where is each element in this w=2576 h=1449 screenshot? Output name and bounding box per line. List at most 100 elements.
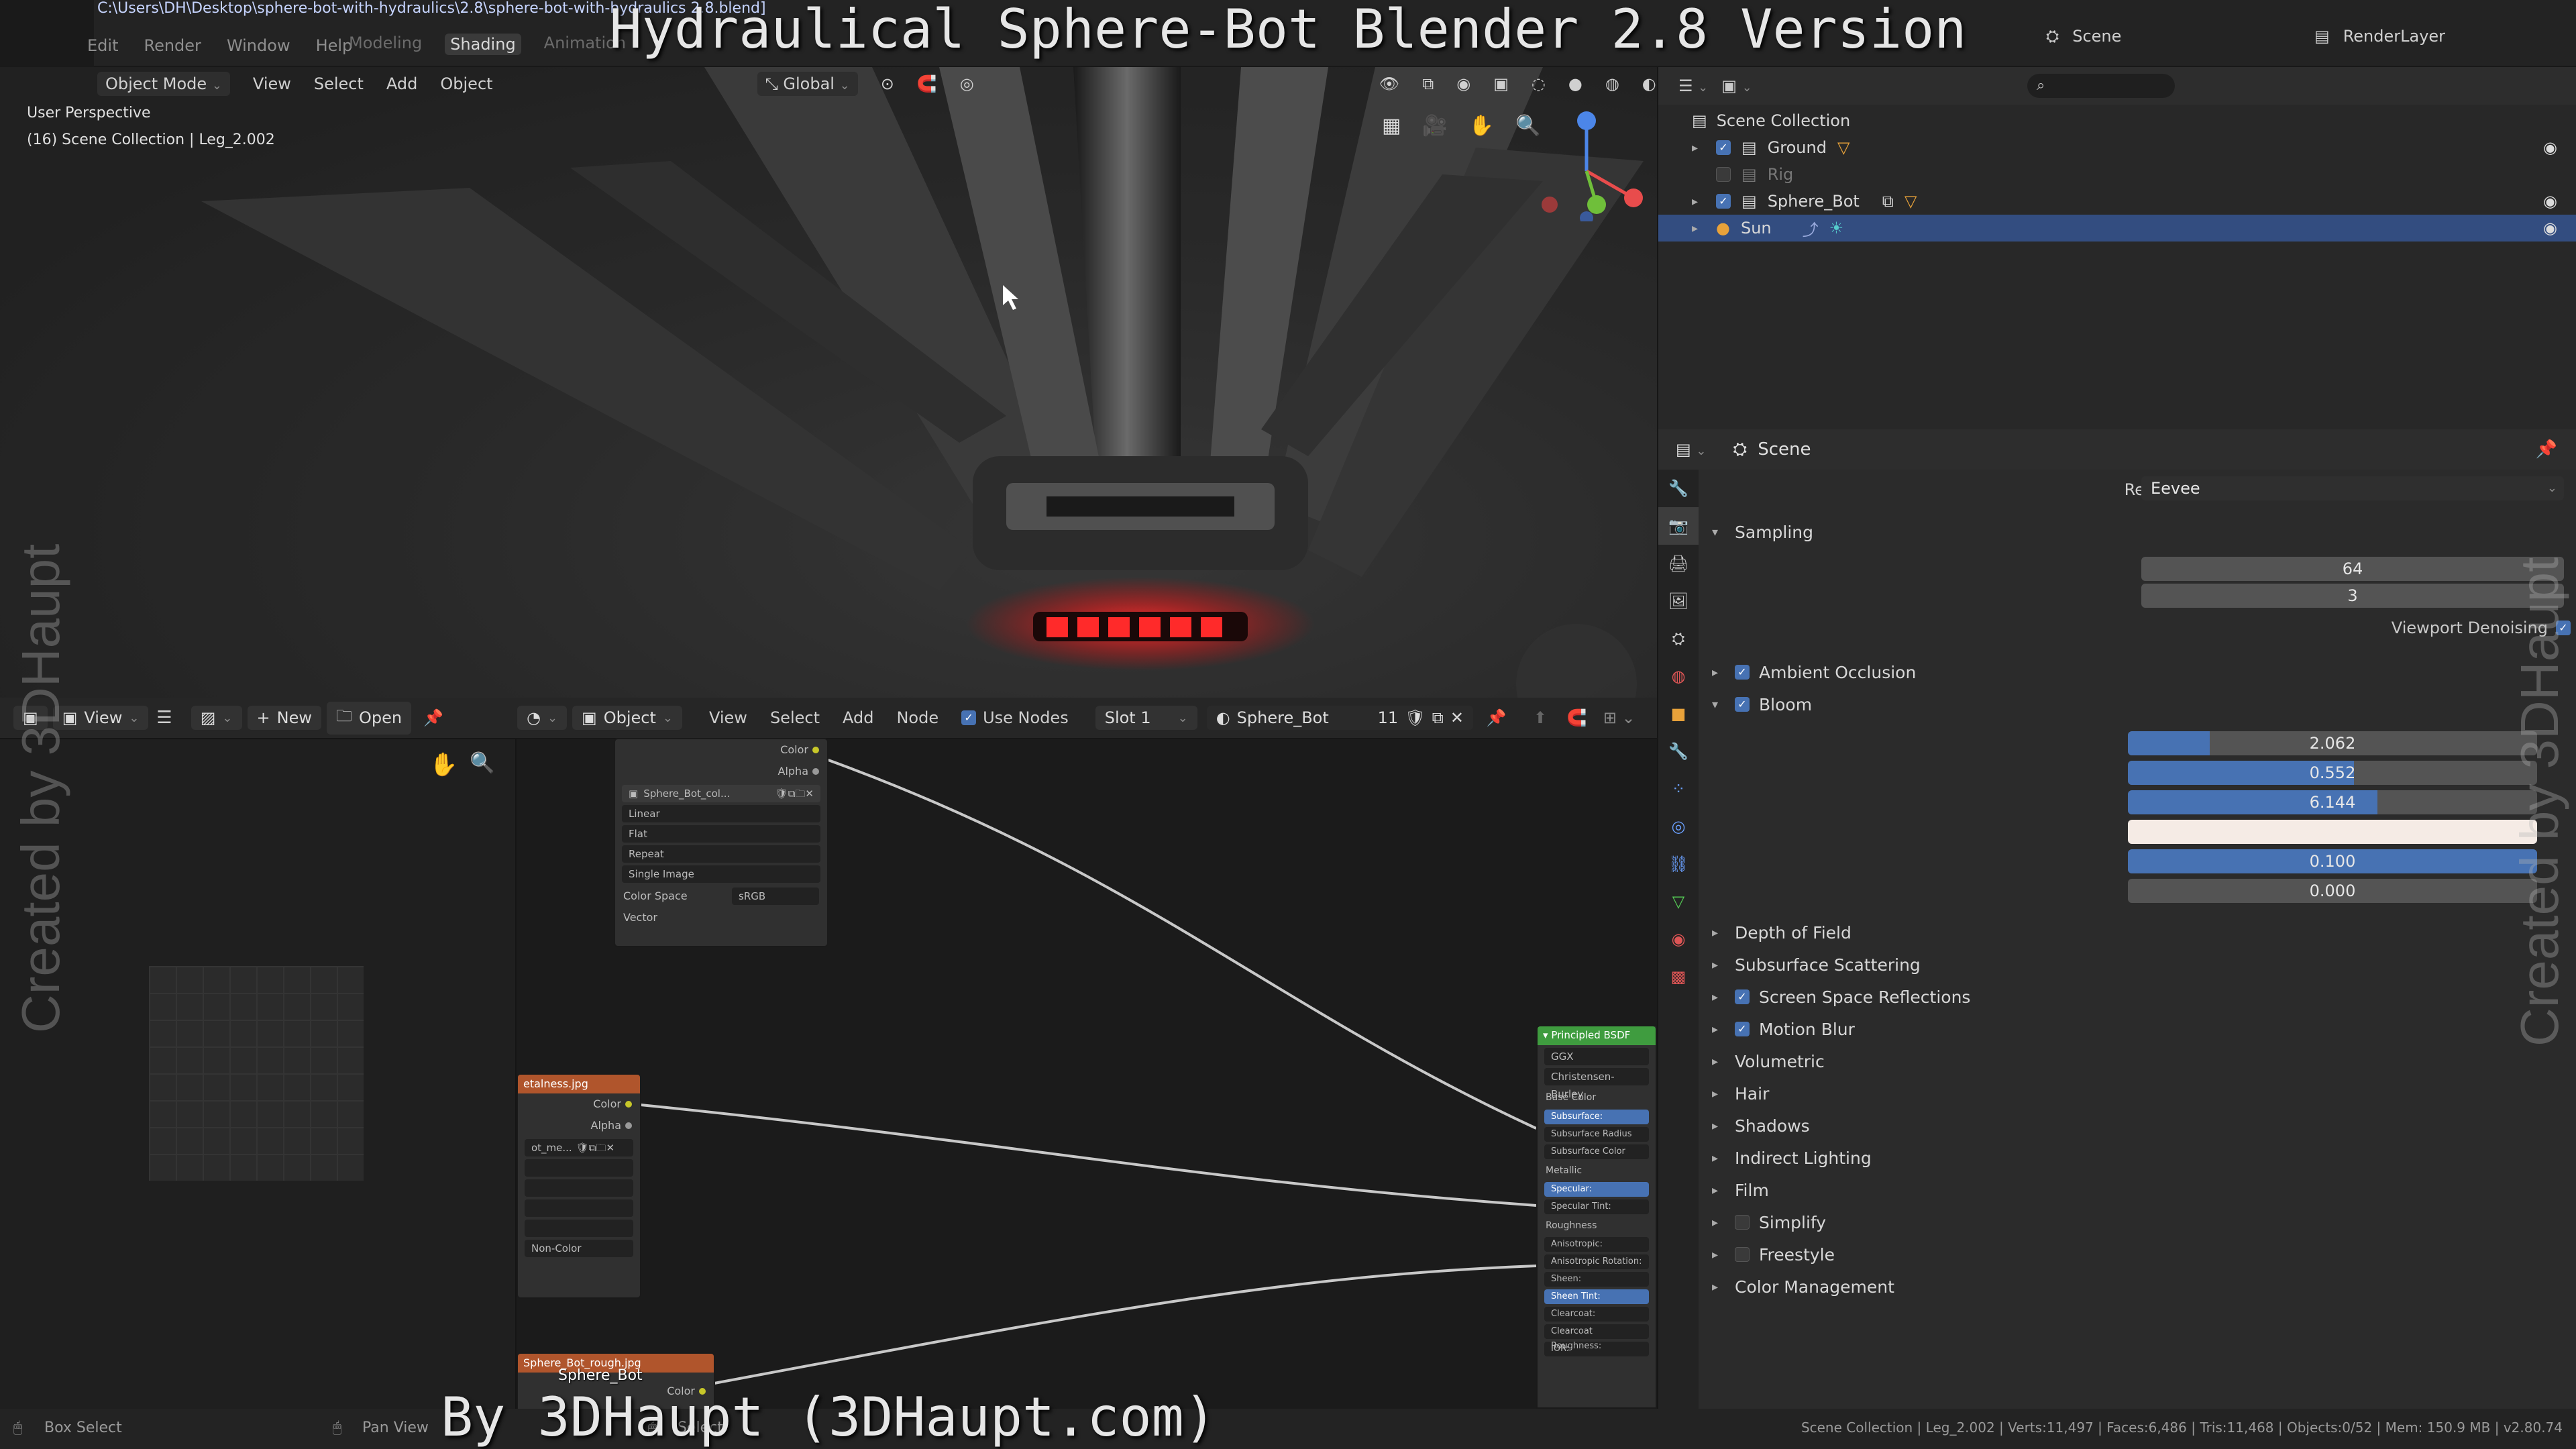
- overlays-icon[interactable]: ◉: [1456, 74, 1470, 93]
- section-ambient-occlusion[interactable]: ▸ ✓ Ambient Occlusion: [1712, 659, 1916, 686]
- parent-node-tree-icon[interactable]: ⬆: [1534, 708, 1547, 727]
- bsdf-input-subsurface-radius[interactable]: Subsurface Radius: [1544, 1127, 1649, 1142]
- bloom-threshold-field[interactable]: 2.062: [2128, 731, 2537, 755]
- socket-alpha-out[interactable]: Alpha: [615, 761, 827, 782]
- interpolation-dropdown[interactable]: Linear: [622, 805, 820, 822]
- image-texture-node-color[interactable]: Color Alpha ▣ Sphere_Bot_col... 🛡⧉🗀✕ Linea…: [614, 738, 828, 947]
- constraints-tab-icon[interactable]: ⛓: [1658, 845, 1699, 883]
- bsdf-input-base-color[interactable]: Base Color: [1538, 1088, 1656, 1107]
- section-bloom[interactable]: ▾ ✓ Bloom: [1712, 691, 1812, 718]
- section-subsurface-scattering[interactable]: ▸ Subsurface Scattering: [1712, 951, 1921, 978]
- section-freestyle[interactable]: ▸ Freestyle: [1712, 1241, 1835, 1268]
- viewport-menu-select[interactable]: Select: [314, 74, 364, 93]
- object-tab-icon[interactable]: ■: [1658, 695, 1699, 733]
- socket-color-out[interactable]: Color: [615, 739, 827, 761]
- use-nodes-toggle[interactable]: ✓ Use Nodes: [961, 708, 1069, 727]
- properties-pin-icon[interactable]: 📌: [2536, 439, 2557, 460]
- view-layer-tab-icon[interactable]: 🖼: [1658, 582, 1699, 620]
- bsdf-input-sheen-tint[interactable]: Sheen Tint:: [1544, 1289, 1649, 1304]
- material-selector[interactable]: ◐ Sphere_Bot 11 🛡 ⧉ ✕: [1206, 706, 1473, 730]
- bsdf-input-clearcoat-roughness[interactable]: Clearcoat Roughness:: [1544, 1324, 1649, 1351]
- gizmo-x-icon[interactable]: [1624, 189, 1643, 207]
- sampling-render-field[interactable]: 64: [2141, 557, 2564, 581]
- section-volumetric[interactable]: ▸ Volumetric: [1712, 1048, 1825, 1075]
- bloom-intensity-field[interactable]: 0.100: [2128, 849, 2537, 873]
- sphere-bot-expand-arrow-icon[interactable]: ▸: [1692, 195, 1705, 209]
- shader-editor-type-icon[interactable]: ◔ ⌄: [517, 706, 568, 730]
- viewport-menu-object[interactable]: Object: [440, 74, 492, 93]
- outliner-editor-type-icon[interactable]: ☰ ⌄: [1678, 76, 1708, 95]
- node-overlay-icon[interactable]: ⊞ ⌄: [1603, 708, 1635, 727]
- modifier-tab-icon[interactable]: 🔧: [1658, 733, 1699, 770]
- section-color-management[interactable]: ▸ Color Management: [1712, 1273, 1894, 1300]
- section-simplify[interactable]: ▸ Simplify: [1712, 1209, 1826, 1236]
- projection-dropdown[interactable]: Flat: [622, 825, 820, 843]
- ground-visibility-eye-icon[interactable]: ◉: [2543, 138, 2557, 157]
- texture-tab-icon[interactable]: ▩: [1658, 958, 1699, 996]
- shading-rendered-icon[interactable]: ◐: [1642, 74, 1656, 93]
- metal-option-1[interactable]: [525, 1159, 633, 1177]
- metal-image-actions-icon[interactable]: 🛡⧉🗀✕: [576, 1139, 614, 1157]
- bsdf-subsurface-method-dropdown[interactable]: Christensen-Burley: [1544, 1068, 1649, 1100]
- properties-editor[interactable]: ▤ ⌄ ⛭ Scene 📌 🔧 📷 🖨 🖼 ⛭ ◍ ■ 🔧 ⁘ ◎ ⛓ ▽ ◉ …: [1657, 429, 2576, 1409]
- source-dropdown[interactable]: Single Image: [622, 865, 820, 883]
- image-texture-node-metalness[interactable]: etalness.jpg Color Alpha ot_me... 🛡⧉🗀✕ No…: [517, 1073, 641, 1299]
- new-image-button[interactable]: + New: [247, 706, 321, 730]
- bsdf-input-anisotropic[interactable]: Anisotropic:: [1544, 1237, 1649, 1252]
- hamburger-icon[interactable]: ☰: [156, 708, 172, 728]
- node-pin-icon[interactable]: 📌: [1487, 708, 1507, 727]
- outliner-scene-collection[interactable]: ▤ Scene Collection: [1658, 107, 2576, 134]
- section-hair[interactable]: ▸ Hair: [1712, 1080, 1769, 1107]
- ssr-checkbox[interactable]: ✓: [1735, 989, 1750, 1004]
- outliner-item-rig[interactable]: ▤ Rig: [1658, 161, 2576, 188]
- outliner-display-mode-icon[interactable]: ▣ ⌄: [1721, 76, 1752, 95]
- metal-option-4[interactable]: [525, 1220, 633, 1237]
- data-tab-icon[interactable]: ▽: [1658, 883, 1699, 920]
- ground-include-checkbox[interactable]: ✓: [1716, 140, 1731, 155]
- viewport-menu-view[interactable]: View: [253, 74, 291, 93]
- bsdf-input-sheen[interactable]: Sheen:: [1544, 1272, 1649, 1287]
- bloom-knee-field[interactable]: 0.552: [2128, 761, 2537, 785]
- node-menu-view[interactable]: View: [709, 708, 747, 727]
- bsdf-input-subsurface-color[interactable]: Subsurface Color: [1544, 1144, 1649, 1159]
- snap-icon[interactable]: 🧲: [917, 74, 937, 93]
- node-menu-add[interactable]: Add: [843, 708, 873, 727]
- slot-dropdown[interactable]: Slot 1 ⌄: [1095, 706, 1197, 730]
- outliner-item-sphere-bot[interactable]: ▸ ✓ ▤ Sphere_Bot ⧉ ▽ ◉: [1658, 188, 2576, 215]
- sun-visibility-eye-icon[interactable]: ◉: [2543, 219, 2557, 237]
- metal-socket-color[interactable]: Color: [518, 1093, 640, 1115]
- outliner[interactable]: ☰ ⌄ ▣ ⌄ ⌕ ▤ Scene Collection ▸ ✓ ▤ Groun…: [1657, 67, 2576, 429]
- output-tab-icon[interactable]: 🖨: [1658, 545, 1699, 582]
- shading-material-icon[interactable]: ◍: [1605, 74, 1619, 93]
- fake-user-icon[interactable]: 🛡: [1405, 708, 1425, 727]
- particles-tab-icon[interactable]: ⁘: [1658, 770, 1699, 808]
- outliner-search-input[interactable]: ⌕: [2027, 74, 2175, 98]
- properties-editor-type-icon[interactable]: ▤ ⌄: [1676, 440, 1706, 459]
- viewport-menu-add[interactable]: Add: [386, 74, 417, 93]
- shading-solid-icon[interactable]: ●: [1568, 74, 1582, 93]
- pivot-icon[interactable]: ⊙: [881, 74, 894, 93]
- section-indirect-lighting[interactable]: ▸ Indirect Lighting: [1712, 1144, 1872, 1171]
- section-motion-blur[interactable]: ▸ ✓ Motion Blur: [1712, 1016, 1855, 1042]
- section-screen-space-reflections[interactable]: ▸ ✓ Screen Space Reflections: [1712, 983, 1970, 1010]
- gizmo-toggle-icon[interactable]: ⧉: [1422, 74, 1434, 93]
- socket-vector-in[interactable]: Vector: [615, 907, 827, 928]
- bloom-clamp-field[interactable]: 0.000: [2128, 879, 2537, 903]
- section-sampling[interactable]: ▾ Sampling: [1712, 519, 1813, 545]
- bsdf-input-specular[interactable]: Specular:: [1544, 1182, 1649, 1197]
- gizmo-z-icon[interactable]: [1577, 111, 1596, 130]
- outliner-item-ground[interactable]: ▸ ✓ ▤ Ground ▽ ◉: [1658, 134, 2576, 161]
- metal-color-space[interactable]: Non-Color: [525, 1240, 633, 1257]
- open-image-button[interactable]: 🗀 Open: [326, 701, 412, 735]
- rig-include-checkbox[interactable]: [1716, 167, 1731, 182]
- bsdf-input-clearcoat[interactable]: Clearcoat:: [1544, 1307, 1649, 1322]
- proportional-edit-icon[interactable]: ◎: [960, 74, 974, 93]
- freestyle-checkbox[interactable]: [1735, 1247, 1750, 1262]
- duplicate-material-icon[interactable]: ⧉: [1432, 708, 1444, 727]
- object-mode-dropdown[interactable]: Object Mode ⌄: [97, 72, 230, 96]
- principled-bsdf-node[interactable]: ▾ Principled BSDF GGX Christensen-Burley…: [1536, 1025, 1657, 1409]
- bloom-radius-field[interactable]: 6.144: [2128, 790, 2537, 814]
- bsdf-input-specular-tint[interactable]: Specular Tint:: [1544, 1199, 1649, 1214]
- camera-view-icon[interactable]: 🎥: [1422, 114, 1447, 138]
- orientation-dropdown[interactable]: ⤡ Global ⌄: [757, 72, 858, 96]
